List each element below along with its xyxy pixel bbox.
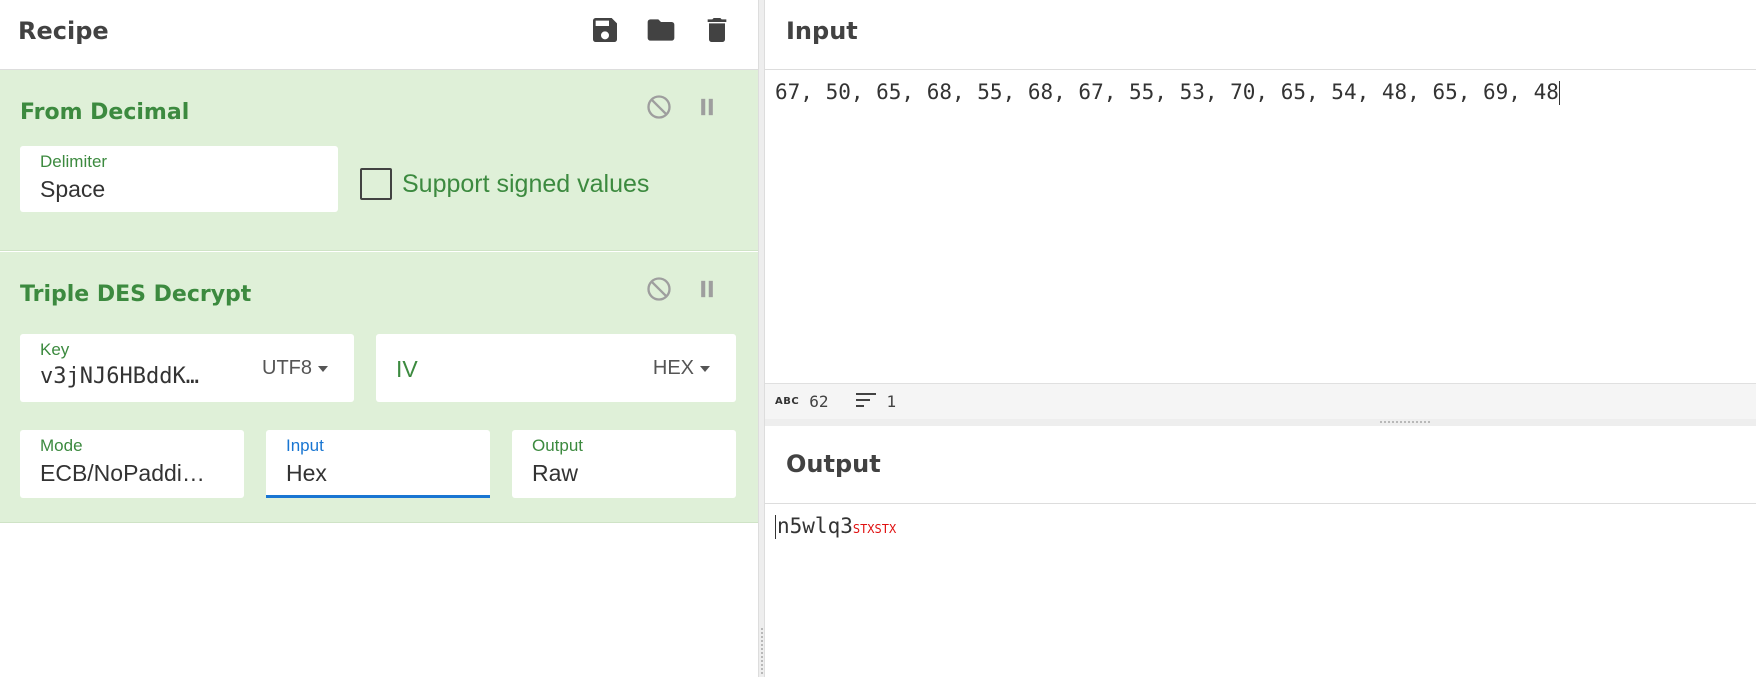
io-panel: Input 67, 50, 65, 68, 55, 68, 67, 55, 53… xyxy=(765,0,1756,677)
recipe-header: Recipe xyxy=(0,0,758,70)
output-text-value: n5wlq3 xyxy=(777,514,853,538)
input-format-value: Hex xyxy=(286,460,327,486)
input-textarea[interactable]: 67, 50, 65, 68, 55, 68, 67, 55, 53, 70, … xyxy=(765,70,1756,383)
input-format-field[interactable]: Input Hex xyxy=(266,430,490,498)
pause-icon[interactable] xyxy=(692,274,722,304)
key-value: v3jNJ6HBddK… xyxy=(40,364,199,389)
key-label: Key xyxy=(40,340,70,359)
drag-handle-icon xyxy=(761,628,763,674)
iv-encoding-dropdown[interactable]: HEX xyxy=(653,357,710,380)
input-text: 67, 50, 65, 68, 55, 68, 67, 55, 53, 70, … xyxy=(775,80,1560,105)
chevron-down-icon xyxy=(318,365,328,372)
cyberchef-app: Recipe From Decimal Delimiter Space Supp… xyxy=(0,0,1756,677)
drag-handle-icon xyxy=(1380,421,1430,423)
disable-icon[interactable] xyxy=(644,92,674,122)
char-count: ABC 62 xyxy=(775,392,828,411)
key-field[interactable]: Key v3jNJ6HBddK… UTF8 xyxy=(20,334,354,402)
iv-label: IV xyxy=(396,356,418,382)
output-format-label: Output xyxy=(532,436,584,455)
folder-icon[interactable] xyxy=(644,12,678,48)
operation-title: From Decimal xyxy=(20,100,190,125)
iv-encoding-value: HEX xyxy=(652,357,694,379)
char-count-value: 62 xyxy=(809,392,829,411)
signed-values-label: Support signed values xyxy=(402,169,650,198)
operation-controls xyxy=(644,92,722,122)
operation-from-decimal: From Decimal Delimiter Space Support sig… xyxy=(0,70,758,251)
output-title: Output xyxy=(786,450,881,478)
operation-triple-des-decrypt: Triple DES Decrypt Key v3jNJ6HBddK… UTF8… xyxy=(0,252,758,523)
output-header: Output xyxy=(765,426,1756,504)
chevron-down-icon xyxy=(700,365,710,372)
key-encoding-dropdown[interactable]: UTF8 xyxy=(262,357,328,380)
text-caret xyxy=(775,515,776,539)
recipe-toolbar xyxy=(588,12,734,48)
signed-values-checkbox[interactable] xyxy=(360,168,392,200)
output-format-value: Raw xyxy=(532,460,579,486)
delimiter-value: Space xyxy=(40,176,106,202)
signed-values-option[interactable]: Support signed values xyxy=(360,168,649,200)
mode-field[interactable]: Mode ECB/NoPaddi… xyxy=(20,430,244,498)
mode-value: ECB/NoPaddi… xyxy=(40,460,205,486)
line-count-value: 1 xyxy=(886,392,897,411)
text-caret xyxy=(1558,81,1560,105)
input-status-bar: ABC 62 1 xyxy=(765,383,1756,419)
delimiter-field[interactable]: Delimiter Space xyxy=(20,146,338,212)
disable-icon[interactable] xyxy=(644,274,674,304)
iv-field[interactable]: IV HEX xyxy=(376,334,736,402)
operation-controls xyxy=(644,274,722,304)
operation-title: Triple DES Decrypt xyxy=(20,282,252,307)
line-count: 1 xyxy=(856,392,896,412)
control-chars: STXSTX xyxy=(852,522,897,536)
mode-label: Mode xyxy=(40,436,83,455)
input-text-value: 67, 50, 65, 68, 55, 68, 67, 55, 53, 70, … xyxy=(775,80,1559,104)
output-textarea[interactable]: n5wlq3STXSTX xyxy=(765,504,1756,677)
input-header: Input xyxy=(765,0,1756,70)
delimiter-label: Delimiter xyxy=(40,152,108,171)
input-format-label: Input xyxy=(286,436,324,455)
output-format-field[interactable]: Output Raw xyxy=(512,430,736,498)
save-icon[interactable] xyxy=(588,12,622,48)
lines-icon xyxy=(856,392,877,412)
pause-icon[interactable] xyxy=(692,92,722,122)
horizontal-splitter[interactable] xyxy=(765,419,1756,426)
input-title: Input xyxy=(786,17,858,45)
recipe-panel: Recipe From Decimal Delimiter Space Supp… xyxy=(0,0,758,677)
trash-icon[interactable] xyxy=(700,12,734,48)
abc-icon: ABC xyxy=(775,396,800,407)
output-text: n5wlq3STXSTX xyxy=(775,514,896,539)
recipe-title: Recipe xyxy=(18,17,109,45)
vertical-splitter[interactable] xyxy=(758,0,765,677)
key-encoding-value: UTF8 xyxy=(262,357,312,379)
